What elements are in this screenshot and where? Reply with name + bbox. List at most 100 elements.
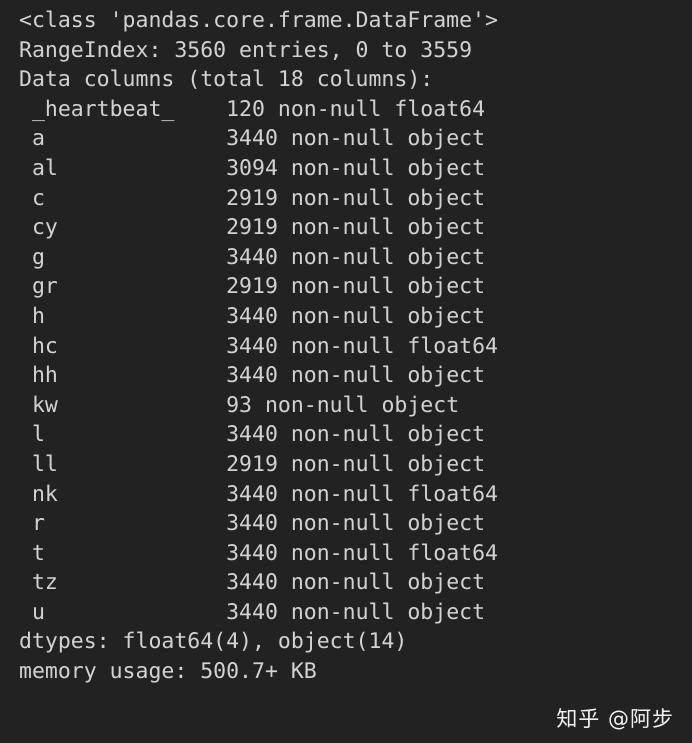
column-nonnull-count: 2919 <box>226 274 278 300</box>
column-info-row: gr 2919 non-null object <box>19 272 692 302</box>
terminal-output-pane: <class 'pandas.core.frame.DataFrame'> Ra… <box>0 0 692 743</box>
column-nonnull-dtype: non-null float64 <box>278 334 498 359</box>
column-name: al <box>31 155 58 181</box>
column-name: g <box>31 244 45 270</box>
column-info-row: cy 2919 non-null object <box>19 213 692 243</box>
column-nonnull-dtype: non-null object <box>278 186 485 211</box>
column-name: _heartbeat_ <box>31 96 175 122</box>
column-info-row: hc 3440 non-null float64 <box>19 332 692 362</box>
dtypes-summary-line: dtypes: float64(4), object(14) <box>19 629 408 655</box>
column-dtype: object <box>407 451 486 477</box>
zhihu-watermark: 知乎 @阿步 <box>556 707 674 731</box>
column-nonnull-dtype: non-null object <box>278 452 485 477</box>
column-nonnull-label: non-null <box>290 274 395 300</box>
column-name: kw <box>31 392 58 418</box>
column-info-row: c 2919 non-null object <box>19 184 692 214</box>
column-nonnull-label: non-null <box>290 422 395 448</box>
column-nonnull-count: 120 <box>226 96 265 122</box>
column-info-row: hh 3440 non-null object <box>19 361 692 391</box>
column-nonnull-count: 3440 <box>226 540 278 566</box>
column-dtype: object <box>407 274 486 300</box>
column-dtype: float64 <box>407 540 498 566</box>
column-dtype: object <box>407 244 486 270</box>
column-nonnull-label: non-null <box>290 481 395 507</box>
column-nonnull-label: non-null <box>290 599 395 625</box>
column-dtype: object <box>407 126 486 152</box>
column-info-row: g 3440 non-null object <box>19 243 692 273</box>
column-nonnull-dtype: non-null float64 <box>278 482 498 507</box>
column-nonnull-dtype: non-null object <box>278 570 485 595</box>
memory-usage-line: memory usage: 500.7+ KB <box>19 659 317 685</box>
column-nonnull-label: non-null <box>290 155 395 181</box>
column-info-row: l 3440 non-null object <box>19 420 692 450</box>
column-name: tz <box>31 570 58 596</box>
column-name: cy <box>31 215 58 241</box>
column-info-row: kw 93 non-null object <box>19 391 692 421</box>
column-info-row: _heartbeat_ 120 non-null float64 <box>19 95 692 125</box>
column-dtype: float64 <box>407 333 498 359</box>
column-info-row: u 3440 non-null object <box>19 598 692 628</box>
column-info-row: h 3440 non-null object <box>19 302 692 332</box>
column-name: nk <box>31 481 58 507</box>
column-name: t <box>31 540 45 566</box>
column-dtype: object <box>407 570 486 596</box>
column-nonnull-dtype: non-null object <box>278 245 485 270</box>
column-dtype: object <box>407 511 486 537</box>
column-nonnull-count: 2919 <box>226 451 278 477</box>
column-nonnull-count: 3440 <box>226 244 278 270</box>
column-name: r <box>31 511 45 537</box>
column-nonnull-dtype: non-null object <box>278 511 485 536</box>
column-nonnull-label: non-null <box>290 185 395 211</box>
column-name: ll <box>31 451 58 477</box>
column-name: l <box>31 422 45 448</box>
dataframe-class-line: <class 'pandas.core.frame.DataFrame'> <box>19 8 498 33</box>
column-nonnull-count: 2919 <box>226 215 278 241</box>
column-nonnull-label: non-null <box>290 126 395 152</box>
column-dtype: object <box>407 422 486 448</box>
column-dtype: object <box>407 185 486 211</box>
column-dtype: float64 <box>407 481 498 507</box>
column-nonnull-count: 3440 <box>226 481 278 507</box>
column-nonnull-label: non-null <box>290 570 395 596</box>
range-index-line: RangeIndex: 3560 entries, 0 to 3559 <box>19 37 473 63</box>
column-info-row: ll 2919 non-null object <box>19 450 692 480</box>
column-nonnull-dtype: non-null object <box>278 363 485 388</box>
column-nonnull-label: non-null <box>290 303 395 329</box>
column-nonnull-count: 93 <box>226 392 252 418</box>
column-nonnull-count: 3440 <box>226 599 278 625</box>
column-name: a <box>31 126 45 152</box>
column-nonnull-count: 3440 <box>226 570 278 596</box>
column-nonnull-dtype: non-null object <box>278 422 485 447</box>
column-dtype: object <box>407 599 486 625</box>
column-nonnull-label: non-null <box>290 363 395 389</box>
column-nonnull-count: 3440 <box>226 363 278 389</box>
data-columns-line: Data columns (total 18 columns): <box>19 67 434 93</box>
column-name: gr <box>31 274 58 300</box>
column-info-row: nk 3440 non-null float64 <box>19 480 692 510</box>
column-nonnull-label: non-null <box>290 333 395 359</box>
column-nonnull-count: 3440 <box>226 422 278 448</box>
column-name: u <box>31 599 45 625</box>
column-info-row: tz 3440 non-null object <box>19 568 692 598</box>
column-nonnull-label: non-null <box>290 451 395 477</box>
column-nonnull-count: 3094 <box>226 155 278 181</box>
column-nonnull-label: non-null <box>290 511 395 537</box>
column-nonnull-dtype: non-null object <box>252 393 459 418</box>
column-dtype: object <box>407 215 486 241</box>
column-nonnull-label: non-null <box>264 392 369 418</box>
column-nonnull-label: non-null <box>290 244 395 270</box>
column-info-list: _heartbeat_ 120 non-null float64 a 3440 no… <box>19 95 692 628</box>
column-info-row: al 3094 non-null object <box>19 154 692 184</box>
column-nonnull-dtype: non-null object <box>278 304 485 329</box>
column-info-row: a 3440 non-null object <box>19 124 692 154</box>
column-name: hh <box>31 363 58 389</box>
column-nonnull-dtype: non-null float64 <box>265 97 485 122</box>
column-nonnull-dtype: non-null object <box>278 156 485 181</box>
column-nonnull-dtype: non-null object <box>278 126 485 151</box>
column-info-row: t 3440 non-null float64 <box>19 539 692 569</box>
column-name: c <box>31 185 45 211</box>
column-nonnull-count: 3440 <box>226 126 278 152</box>
column-nonnull-count: 2919 <box>226 185 278 211</box>
column-dtype: object <box>407 303 486 329</box>
column-nonnull-label: non-null <box>290 540 395 566</box>
